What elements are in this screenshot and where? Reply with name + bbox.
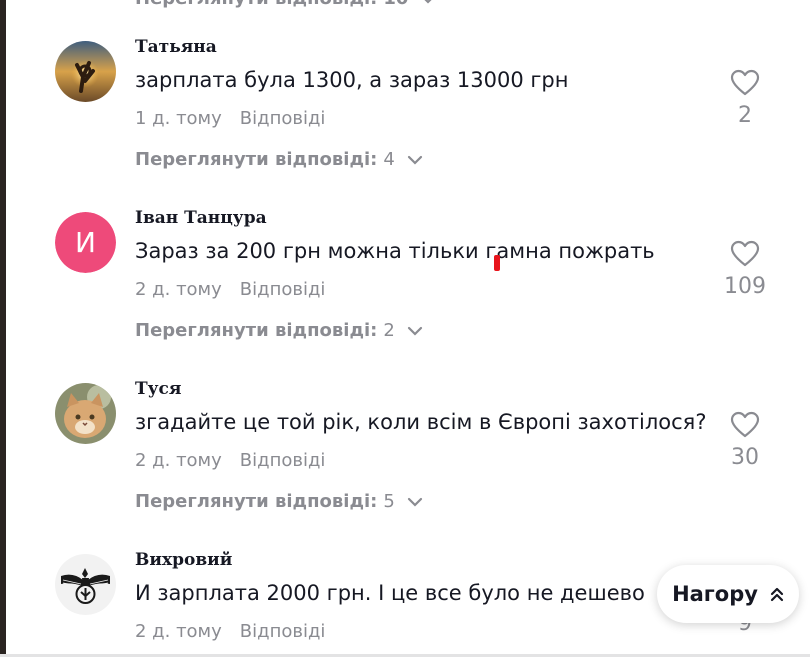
cat-photo-avatar (55, 383, 116, 444)
comment-author[interactable]: Вихровий (135, 550, 232, 570)
chevron-down-icon (407, 326, 422, 336)
reply-button[interactable]: Відповіді (240, 108, 326, 129)
reply-button[interactable]: Відповіді (240, 621, 326, 642)
chevron-down-icon (425, 0, 432, 4)
comment-time: 2 д. тому (135, 450, 222, 471)
like-count: 2 (738, 103, 752, 128)
view-replies-button[interactable]: Переглянути відповіді: 5 (135, 491, 423, 512)
comment-author[interactable]: Татьяна (135, 37, 217, 57)
cursor-marker (494, 255, 500, 271)
heart-icon (730, 240, 760, 267)
like-count: 109 (724, 274, 766, 299)
like-button[interactable]: 2 (715, 69, 775, 128)
avatar[interactable] (55, 383, 116, 444)
avatar[interactable] (55, 554, 116, 615)
view-replies-button[interactable]: Переглянути відповіді: 2 (135, 320, 423, 341)
comment-text: згадайте це той рік, коли всім в Європі … (135, 410, 707, 434)
comment-text: И зарплата 2000 грн. І це все було не де… (135, 581, 645, 605)
comment-meta: 2 д. тому Відповіді (135, 450, 325, 471)
view-replies-partial[interactable]: Переглянути відповіді: 10 (135, 0, 436, 9)
chevron-down-icon (407, 155, 422, 165)
avatar-letter: И (55, 212, 116, 273)
back-to-top-button[interactable]: Нагору (657, 565, 799, 623)
heart-icon (730, 69, 760, 96)
comment-meta: 2 д. тому Відповіді (135, 621, 325, 642)
reply-button[interactable]: Відповіді (240, 279, 326, 300)
eagle-emblem-avatar (55, 554, 116, 615)
window-edge (0, 0, 6, 657)
comment-author[interactable]: Туся (135, 379, 181, 399)
reply-button[interactable]: Відповіді (240, 450, 326, 471)
avatar[interactable] (55, 41, 116, 102)
comment-author[interactable]: Іван Танцура (135, 208, 267, 228)
comment-meta: 2 д. тому Відповіді (135, 279, 325, 300)
comment-time: 2 д. тому (135, 621, 222, 642)
comment-time: 1 д. тому (135, 108, 222, 129)
heart-icon (730, 411, 760, 438)
like-button[interactable]: 30 (715, 411, 775, 470)
view-replies-button[interactable]: Переглянути відповіді: 4 (135, 149, 423, 170)
like-count: 30 (731, 445, 759, 470)
comment-meta: 1 д. тому Відповіді (135, 108, 325, 129)
avatar[interactable]: И (55, 212, 116, 273)
comment-time: 2 д. тому (135, 279, 222, 300)
comment-text: Зараз за 200 грн можна тільки гамна пожр… (135, 239, 655, 263)
like-button[interactable]: 109 (715, 240, 775, 299)
sunset-hand-photo-avatar (55, 41, 116, 102)
double-chevron-up-icon (770, 587, 784, 602)
chevron-down-icon (407, 497, 422, 507)
comment-text: зарплата була 1300, а зараз 13000 грн (135, 68, 569, 92)
